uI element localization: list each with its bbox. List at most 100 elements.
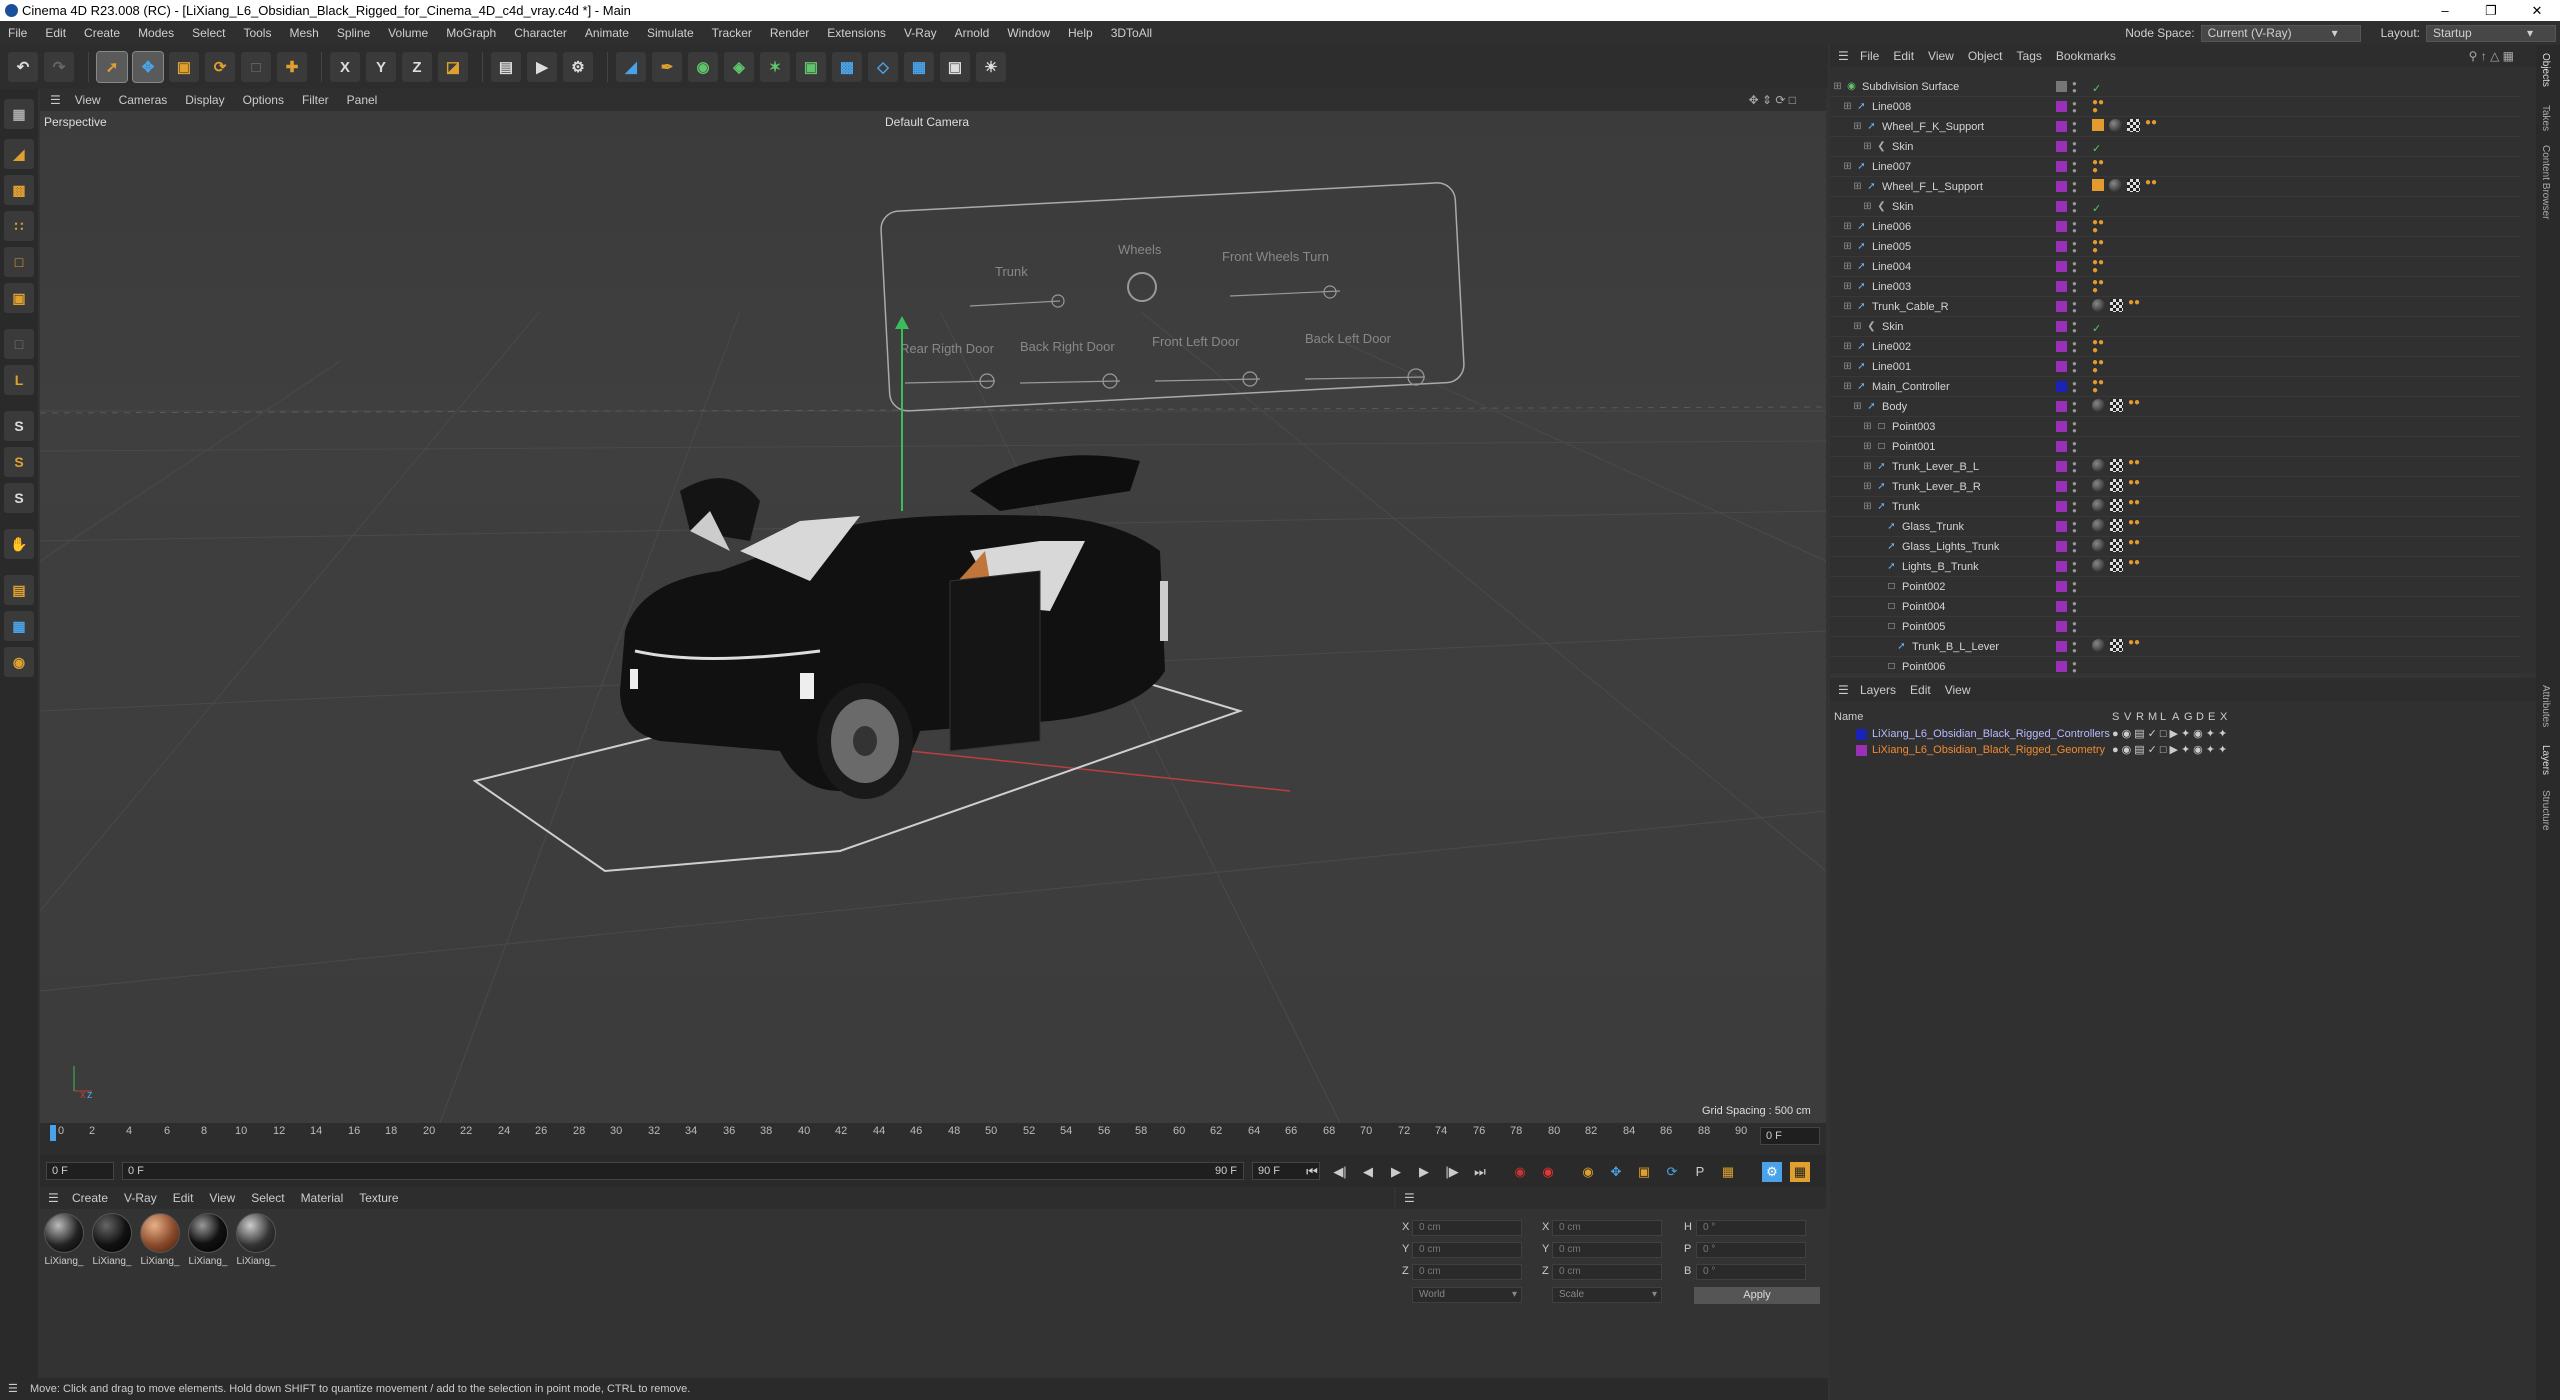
material-swatch[interactable]: LiXiang_ bbox=[186, 1213, 230, 1267]
coord-mode-select[interactable]: World ▾ bbox=[1412, 1287, 1522, 1303]
auto-key-icon[interactable]: ◉ bbox=[1538, 1162, 1558, 1182]
snap-settings-icon[interactable]: S bbox=[4, 447, 34, 477]
tab-takes[interactable]: Takes bbox=[2540, 105, 2551, 131]
visibility-dots-icon[interactable]: ● ● bbox=[2072, 240, 2077, 255]
size-x-field[interactable]: 0 cm bbox=[1552, 1220, 1662, 1236]
scale-key-icon[interactable]: ▣ bbox=[1634, 1162, 1654, 1182]
prev-frame-icon[interactable]: ◀ bbox=[1358, 1162, 1378, 1182]
viewport-menu-filter[interactable]: Filter bbox=[302, 93, 329, 107]
object-menu-bookmarks[interactable]: Bookmarks bbox=[2056, 49, 2116, 63]
texture-tag-icon[interactable] bbox=[2110, 479, 2123, 492]
tag-dots-icon[interactable]: ●● bbox=[2128, 638, 2141, 652]
light-icon[interactable]: ☀ bbox=[976, 52, 1006, 82]
go-to-start-icon[interactable]: ⏮ bbox=[1302, 1162, 1322, 1182]
tag-dots-icon[interactable]: ●● ● bbox=[2092, 358, 2105, 376]
menu-edit[interactable]: Edit bbox=[45, 26, 66, 40]
3d-viewport[interactable]: Trunk Wheels Front Wheels Turn Rear Rigt… bbox=[40, 111, 1826, 1123]
material-tag-icon[interactable] bbox=[2092, 519, 2105, 532]
object-row[interactable]: ⊞ ◉ Subdivision Surface ● ● ✓ bbox=[1830, 77, 2520, 97]
texture-tag-icon[interactable] bbox=[2110, 539, 2123, 552]
object-name[interactable]: Line004 bbox=[1872, 257, 1911, 277]
texture-tag-icon[interactable] bbox=[2127, 119, 2140, 132]
hamburger-icon[interactable]: ☰ bbox=[50, 93, 61, 107]
expand-icon[interactable]: ⊞ bbox=[1842, 161, 1853, 172]
material-swatch[interactable]: LiXiang_ bbox=[138, 1213, 182, 1267]
go-to-end-icon[interactable]: ⏭ bbox=[1470, 1162, 1490, 1182]
object-name[interactable]: Trunk_Lever_B_L bbox=[1892, 457, 1979, 477]
layer-color-swatch[interactable] bbox=[2056, 501, 2067, 512]
viewport-menu-view[interactable]: View bbox=[75, 93, 101, 107]
texture-tag-icon[interactable] bbox=[2127, 179, 2140, 192]
close-icon[interactable]: ✕ bbox=[2514, 0, 2560, 21]
object-row[interactable]: ➚ Glass_Trunk ● ● ●● bbox=[1830, 517, 2520, 537]
hamburger-icon[interactable]: ☰ bbox=[1838, 49, 1849, 63]
menu-modes[interactable]: Modes bbox=[138, 26, 174, 40]
tag-dots-icon[interactable]: ●● bbox=[2128, 538, 2141, 552]
object-row[interactable]: ⊞ ➚ Line001 ● ● ●● ● bbox=[1830, 357, 2520, 377]
visibility-dots-icon[interactable]: ● ● bbox=[2072, 260, 2077, 275]
menu-mograph[interactable]: MoGraph bbox=[446, 26, 496, 40]
layer-name[interactable]: LiXiang_L6_Obsidian_Black_Rigged_Control… bbox=[1872, 728, 2110, 740]
prev-key-icon[interactable]: ◀| bbox=[1330, 1162, 1350, 1182]
visibility-dots-icon[interactable]: ● ● bbox=[2072, 460, 2077, 475]
menu-extensions[interactable]: Extensions bbox=[827, 26, 886, 40]
visibility-dots-icon[interactable]: ● ● bbox=[2072, 80, 2077, 95]
menu-window[interactable]: Window bbox=[1007, 26, 1050, 40]
expand-icon[interactable]: ⊞ bbox=[1842, 361, 1853, 372]
object-row[interactable]: ⊞ ➚ Wheel_F_K_Support ● ● ●● bbox=[1830, 117, 2520, 137]
viewport-menu-display[interactable]: Display bbox=[185, 93, 224, 107]
create-tool-icon[interactable]: ✚ bbox=[277, 52, 307, 82]
object-name[interactable]: Lights_B_Trunk bbox=[1902, 557, 1979, 577]
object-name[interactable]: Point004 bbox=[1902, 597, 1945, 617]
visibility-dots-icon[interactable]: ● ● bbox=[2072, 580, 2077, 595]
floor-icon[interactable]: ▦ bbox=[904, 52, 934, 82]
texture-tag-icon[interactable] bbox=[2110, 519, 2123, 532]
object-name[interactable]: Line001 bbox=[1872, 357, 1911, 377]
object-name[interactable]: Wheel_F_K_Support bbox=[1882, 117, 1984, 137]
visibility-dots-icon[interactable]: ● ● bbox=[2072, 200, 2077, 215]
expand-icon[interactable]: ⊞ bbox=[1862, 421, 1873, 432]
frame-range-slider[interactable]: 0 F 90 F bbox=[122, 1162, 1244, 1180]
visibility-dots-icon[interactable]: ● ● bbox=[2072, 380, 2077, 395]
polygons-mode-icon[interactable]: ▣ bbox=[4, 283, 34, 313]
layer-color-swatch[interactable] bbox=[2056, 261, 2067, 272]
texture-tag-icon[interactable] bbox=[2110, 499, 2123, 512]
hamburger-icon[interactable]: ☰ bbox=[1838, 683, 1849, 697]
menu-select[interactable]: Select bbox=[192, 26, 225, 40]
object-name[interactable]: Line003 bbox=[1872, 277, 1911, 297]
expand-icon[interactable]: ⊞ bbox=[1862, 201, 1873, 212]
menu-mesh[interactable]: Mesh bbox=[289, 26, 318, 40]
tag-dots-icon[interactable]: ●● bbox=[2128, 398, 2141, 412]
visibility-dots-icon[interactable]: ● ● bbox=[2072, 440, 2077, 455]
object-name[interactable]: Line002 bbox=[1872, 337, 1911, 357]
material-swatch[interactable]: LiXiang_ bbox=[42, 1213, 86, 1267]
menu-spline[interactable]: Spline bbox=[337, 26, 370, 40]
menu-create[interactable]: Create bbox=[84, 26, 120, 40]
object-name[interactable]: Skin bbox=[1892, 197, 1913, 217]
object-row[interactable]: □ Point006 ● ● bbox=[1830, 657, 2520, 677]
controller-tag-icon[interactable] bbox=[2092, 179, 2104, 191]
object-name[interactable]: Point002 bbox=[1902, 577, 1945, 597]
object-row[interactable]: ⊞ ➚ Trunk_Cable_R ● ● ●● bbox=[1830, 297, 2520, 317]
material-tag-icon[interactable] bbox=[2092, 299, 2105, 312]
material-tag-icon[interactable] bbox=[2092, 399, 2105, 412]
checkmark-icon[interactable]: ✓ bbox=[2092, 139, 2101, 155]
tag-dots-icon[interactable]: ●● bbox=[2128, 458, 2141, 472]
start-frame-field[interactable]: 0 F bbox=[46, 1162, 114, 1180]
visibility-dots-icon[interactable]: ● ● bbox=[2072, 500, 2077, 515]
visibility-dots-icon[interactable]: ● ● bbox=[2072, 340, 2077, 355]
viewport-menu-cameras[interactable]: Cameras bbox=[119, 93, 168, 107]
layer-row[interactable]: LiXiang_L6_Obsidian_Black_Rigged_Control… bbox=[1830, 727, 2536, 743]
object-name[interactable]: Main_Controller bbox=[1872, 377, 1950, 397]
expand-icon[interactable]: ⊞ bbox=[1862, 481, 1873, 492]
menu-3dtoall[interactable]: 3DToAll bbox=[1111, 26, 1152, 40]
tag-dots-icon[interactable]: ●● ● bbox=[2092, 238, 2105, 256]
material-swatch[interactable]: LiXiang_ bbox=[90, 1213, 134, 1267]
scale-icon[interactable]: ▣ bbox=[169, 52, 199, 82]
object-name[interactable]: Glass_Lights_Trunk bbox=[1902, 537, 1999, 557]
sculpt-icon[interactable]: ✋ bbox=[4, 529, 34, 559]
object-name[interactable]: Wheel_F_L_Support bbox=[1882, 177, 1983, 197]
layer-menu-view[interactable]: View bbox=[1945, 683, 1971, 697]
object-row[interactable]: ⊞ ➚ Main_Controller ● ● ●● ● bbox=[1830, 377, 2520, 397]
layer-color-swatch[interactable] bbox=[2056, 141, 2067, 152]
